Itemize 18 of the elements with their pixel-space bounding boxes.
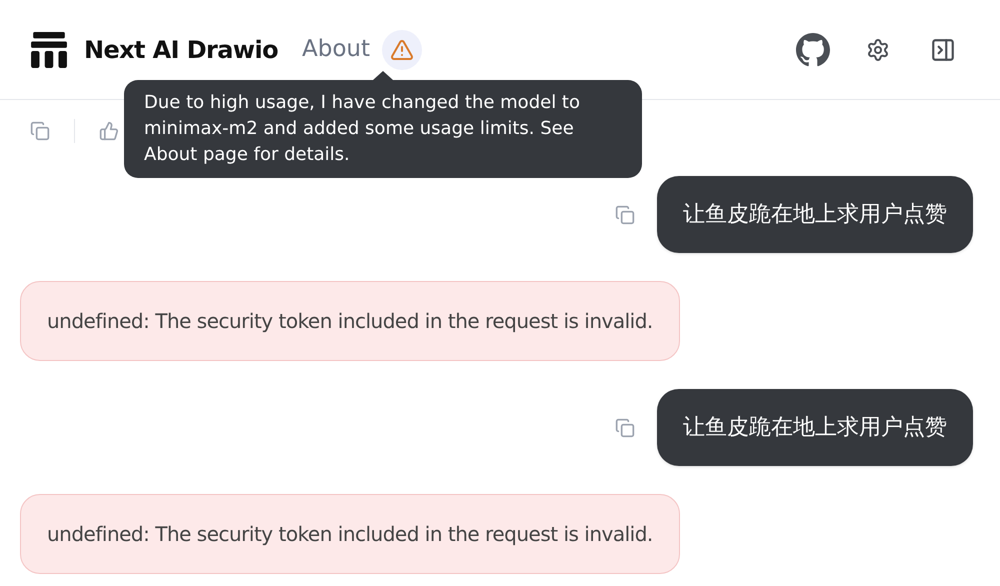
app-title: Next AI Drawio <box>84 34 278 66</box>
tooltip: Due to high usage, I have changed the model to minimax-m2 and added some usage limits. See About page for details. <box>124 80 642 178</box>
copy-icon[interactable] <box>615 418 635 438</box>
tooltip-arrow <box>373 71 393 80</box>
thumbs-up-icon[interactable] <box>99 121 119 141</box>
panel-toggle-icon[interactable] <box>930 36 956 62</box>
copy-icon[interactable] <box>30 121 50 141</box>
warning-button[interactable] <box>382 30 422 70</box>
user-message: 让鱼皮跪在地上求用户点赞 <box>657 176 973 253</box>
warning-icon <box>390 38 414 62</box>
about-link[interactable]: About <box>302 32 370 67</box>
github-icon[interactable] <box>796 32 830 66</box>
logo-icon <box>30 30 68 68</box>
error-message: undefined: The security token included in the request is invalid. <box>20 281 680 361</box>
user-message: 让鱼皮跪在地上求用户点赞 <box>657 389 973 466</box>
error-message: undefined: The security token included in the request is invalid. <box>20 494 680 574</box>
settings-icon[interactable] <box>866 38 890 62</box>
copy-icon[interactable] <box>615 204 635 224</box>
